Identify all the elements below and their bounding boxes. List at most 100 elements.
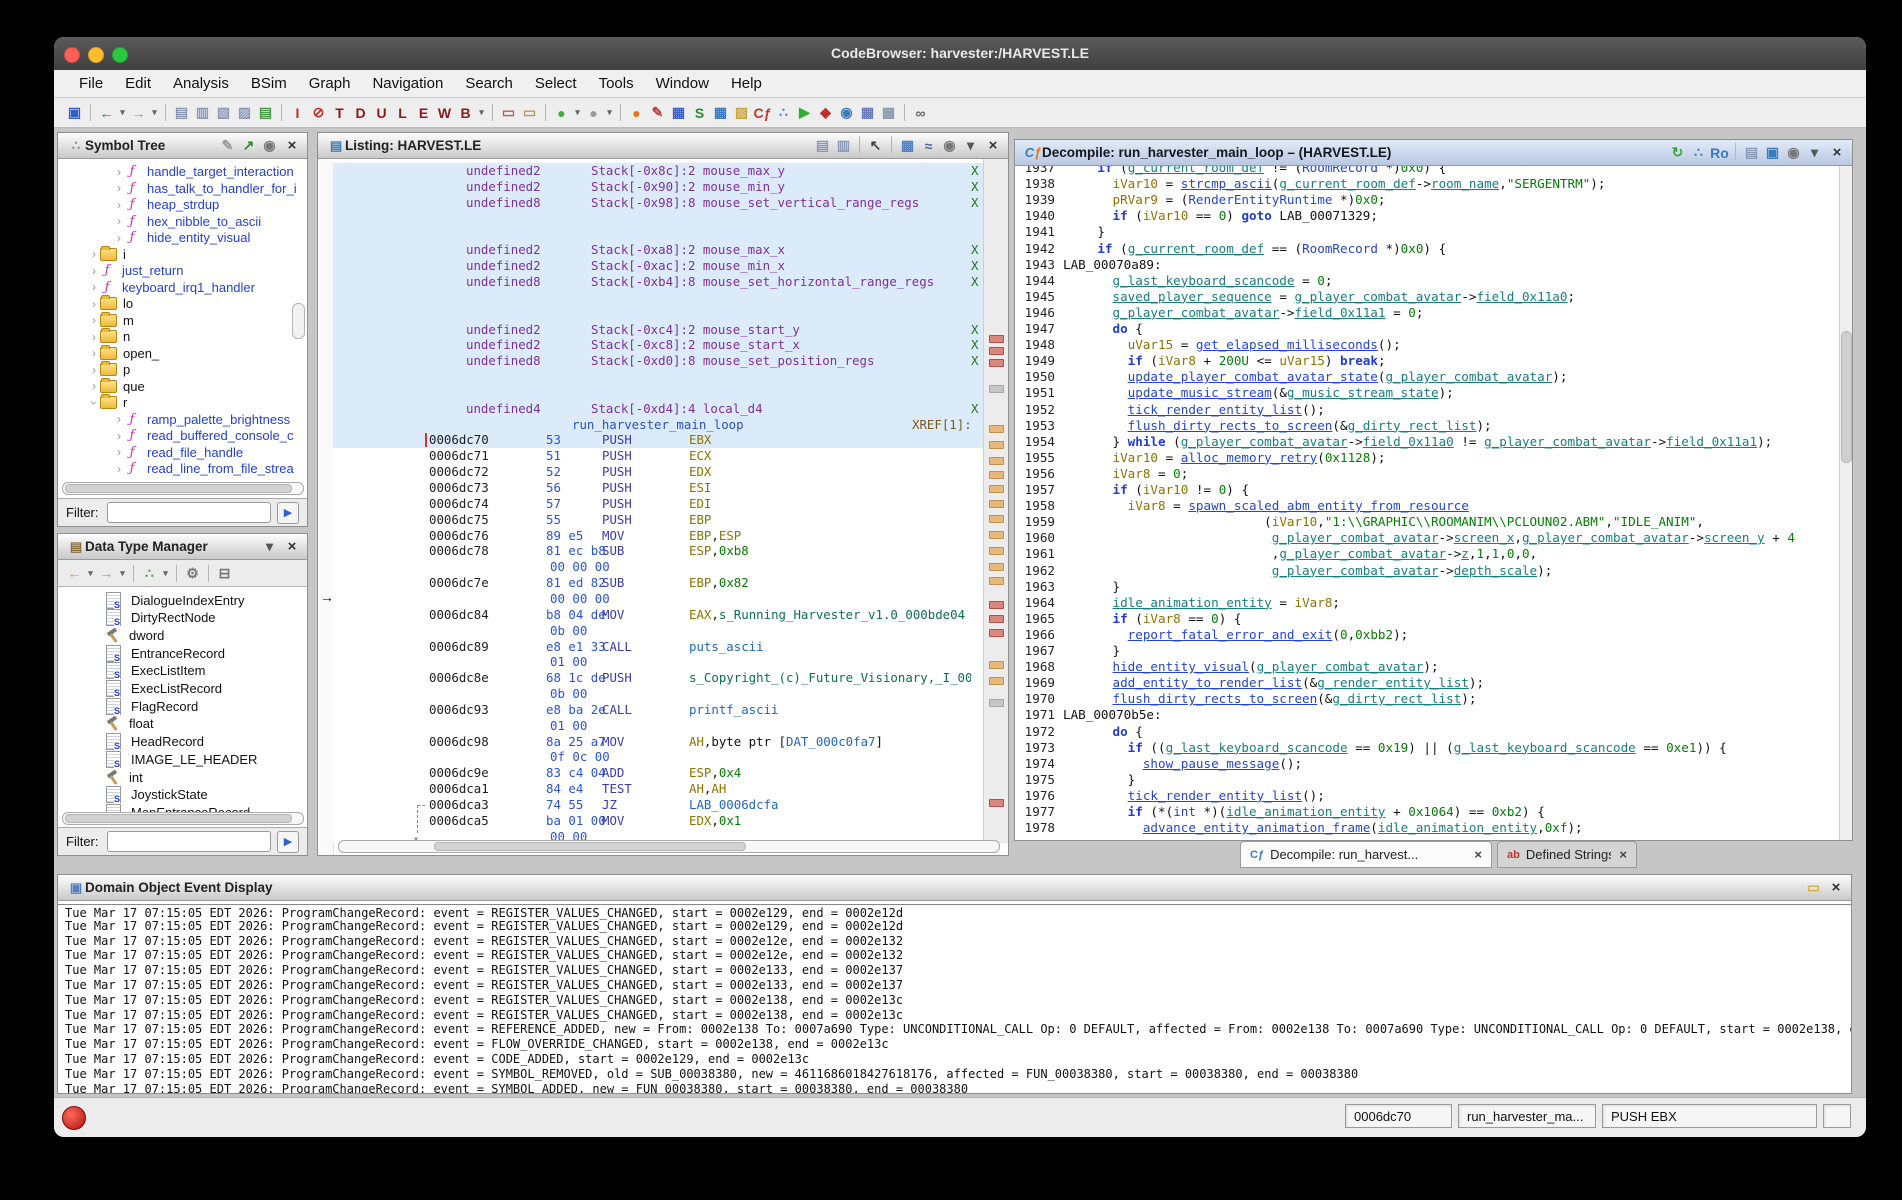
bytes-table-icon[interactable]: ▦	[711, 103, 730, 122]
nav-marker-red[interactable]	[989, 359, 1004, 367]
menu-edit[interactable]: Edit	[114, 75, 162, 92]
nav-marker-tan[interactable]	[989, 457, 1004, 465]
stack-variable-row[interactable]: undefined2Stack[-0xc8]:2 mouse_start_xX	[333, 337, 984, 353]
back-icon[interactable]: ←	[97, 103, 116, 122]
status-resize-grip[interactable]	[1823, 1104, 1851, 1128]
decompile-line-1962[interactable]: 1962 g_player_combat_avatar->depth_scale…	[1015, 563, 1840, 579]
nav-marker-tan[interactable]	[989, 485, 1004, 493]
nav-marker-red[interactable]	[989, 347, 1004, 355]
paste-valid-icon[interactable]: ▤	[256, 103, 275, 122]
data-type-item-float[interactable]: float	[58, 715, 307, 733]
decompile-line-1960[interactable]: 1960 g_player_combat_avatar->screen_x,g_…	[1015, 530, 1840, 546]
symbol-tree-item-m[interactable]: ›m	[58, 312, 307, 329]
instruction-row-0006dc89[interactable]: 0006dc89e8 e1 33CALLputs_ascii	[333, 639, 984, 655]
decompile-line-1974[interactable]: 1974 show_pause_message();	[1015, 756, 1840, 772]
data-type-dropdown-icon[interactable]: ▾	[477, 103, 486, 122]
listing-body[interactable]: undefined2Stack[-0x8c]:2 mouse_max_yXund…	[333, 159, 984, 843]
nav-marker-tan[interactable]	[989, 500, 1004, 508]
menu-bsim[interactable]: BSim	[240, 75, 298, 92]
decompile-line-1958[interactable]: 1958 iVar8 = spawn_scaled_abm_entity_fro…	[1015, 498, 1840, 514]
decompile-line-1955[interactable]: 1955 iVar10 = alloc_memory_retry(0x1128)…	[1015, 450, 1840, 466]
data-type-item-ExecListRecord[interactable]: ExecListRecord	[58, 680, 307, 698]
decompile-line-1949[interactable]: 1949 if (iVar8 + 200U <= uVar15) break;	[1015, 353, 1840, 369]
data-type-item-EntranceRecord[interactable]: EntranceRecord	[58, 644, 307, 662]
data-type-item-dword[interactable]: dword	[58, 626, 307, 644]
blank-row[interactable]	[333, 369, 984, 385]
menu-file[interactable]: File	[68, 75, 114, 92]
dtm-back-dropdown-icon[interactable]: ▾	[86, 564, 95, 583]
symbol-tree-item-que[interactable]: ›que	[58, 378, 307, 395]
decompile-line-1956[interactable]: 1956 iVar8 = 0;	[1015, 466, 1840, 482]
menu-graph[interactable]: Graph	[298, 75, 362, 92]
stack-variable-row[interactable]: undefined2Stack[-0xa8]:2 mouse_max_xX	[333, 242, 984, 258]
decompile-line-1953[interactable]: 1953 flush_dirty_rects_to_screen(&g_dirt…	[1015, 418, 1840, 434]
instruction-row-0006dc70[interactable]: 0006dc7053PUSHEBX	[333, 432, 984, 448]
stack-variable-row[interactable]: undefined2Stack[-0x8c]:2 mouse_max_yX	[333, 163, 984, 179]
instruction-row-0006dc93[interactable]: 0006dc93e8 ba 2eCALLprintf_ascii	[333, 702, 984, 718]
bookmark-icon[interactable]: ◉	[837, 103, 856, 122]
rename-ro-icon[interactable]: Ro	[1710, 143, 1729, 162]
dtm-gear-icon[interactable]: ⚙	[183, 564, 202, 583]
decompile-line-1978[interactable]: 1978 advance_entity_animation_frame(idle…	[1015, 820, 1840, 836]
decompile-line-1943[interactable]: 1943LAB_00070a89:	[1015, 257, 1840, 273]
data-type-long-icon[interactable]: L	[393, 103, 412, 122]
decompile-line-1965[interactable]: 1965 if (iVar8 == 0) {	[1015, 611, 1840, 627]
eraser-alt-icon[interactable]: ▭	[520, 103, 539, 122]
analysis-icon[interactable]: ●	[627, 103, 646, 122]
chevron-right-icon[interactable]: ›	[113, 412, 125, 426]
register-dropdown-icon[interactable]: ▾	[573, 103, 582, 122]
register-gray-icon[interactable]: ●	[584, 103, 603, 122]
tab-defined-strings[interactable]: abDefined Strings×	[1497, 841, 1637, 868]
symbol-tree-item-just_return[interactable]: ›ƒjust_return	[58, 262, 307, 279]
chevron-right-icon[interactable]: ›	[88, 330, 100, 344]
function-graph-icon[interactable]: ∴	[774, 103, 793, 122]
symbol-tree-item-hex_nibble_to_ascii[interactable]: ›ƒhex_nibble_to_ascii	[58, 213, 307, 230]
blank-row[interactable]	[333, 385, 984, 401]
data-type-undefined-icon[interactable]: U	[372, 103, 391, 122]
chevron-right-icon[interactable]: ›	[88, 264, 100, 278]
edit-icon[interactable]: ✎	[218, 136, 237, 155]
forward-dropdown-icon[interactable]: ▾	[150, 103, 159, 122]
listing-marker-strip[interactable]	[983, 159, 1008, 843]
decompile-line-1968[interactable]: 1968 hide_entity_visual(g_player_combat_…	[1015, 659, 1840, 675]
copy-icon[interactable]: ▤	[813, 136, 832, 155]
panel-dropdown-icon[interactable]: ▾	[1805, 143, 1824, 162]
menu-help[interactable]: Help	[720, 75, 773, 92]
chevron-right-icon[interactable]: ›	[88, 363, 100, 377]
chevron-right-icon[interactable]: ›	[113, 429, 125, 443]
chevron-right-icon[interactable]: ›	[88, 313, 100, 327]
instruction-row-0006dc75[interactable]: 0006dc7555PUSHEBP	[333, 512, 984, 528]
decompile-line-1939[interactable]: 1939 pRVar9 = (RenderEntityRuntime *)0x0…	[1015, 192, 1840, 208]
data-type-b-icon[interactable]: B	[456, 103, 475, 122]
symbol-tree-vscrollbar[interactable]	[292, 303, 305, 339]
snapshot-icon[interactable]: ◉	[1784, 143, 1803, 162]
tab-close-icon[interactable]: ×	[1474, 847, 1482, 862]
dtm-forward-dropdown-icon[interactable]: ▾	[118, 564, 127, 583]
close-icon[interactable]: ×	[283, 137, 301, 155]
dtm-tree-conf-icon[interactable]: ∴	[140, 564, 159, 583]
panel-dropdown-icon[interactable]: ▾	[961, 136, 980, 155]
symbol-tree-item-i[interactable]: ›i	[58, 246, 307, 263]
nav-marker-red[interactable]	[989, 629, 1004, 637]
chevron-down-icon[interactable]: ›	[87, 397, 101, 409]
instruction-row-0006dc9e[interactable]: 0006dc9e83 c4 04ADDESP,0x4	[333, 765, 984, 781]
stop-icon[interactable]: ◆	[816, 103, 835, 122]
menu-tools[interactable]: Tools	[588, 75, 645, 92]
decompile-line-1944[interactable]: 1944 g_last_keyboard_scancode = 0;	[1015, 273, 1840, 289]
paste-icon[interactable]: ▥	[193, 103, 212, 122]
nav-marker-tan[interactable]	[989, 425, 1004, 433]
instruction-row-0006dca3[interactable]: 0006dca374 55JZLAB_0006dcfa	[333, 797, 984, 813]
symbol-tree-item-read_line_from_file_strea[interactable]: ›ƒread_line_from_file_strea	[58, 460, 307, 477]
menu-select[interactable]: Select	[524, 75, 588, 92]
chevron-right-icon[interactable]: ›	[113, 165, 125, 179]
graph-icon[interactable]: ∴	[1689, 143, 1708, 162]
binary-view-icon[interactable]: ▦	[669, 103, 688, 122]
blank-row[interactable]	[333, 211, 984, 227]
nav-marker-tan[interactable]	[989, 515, 1004, 523]
instruction-row-0006dca1[interactable]: 0006dca184 e4TESTAH,AH	[333, 781, 984, 797]
copy-icon[interactable]: ▤	[1742, 143, 1761, 162]
data-type-item-DialogueIndexEntry[interactable]: DialogueIndexEntry	[58, 591, 307, 609]
instruction-row-0006dc84[interactable]: 0006dc84b8 04 deMOVEAX,s_Running_Harvest…	[333, 607, 984, 623]
clear-display-icon[interactable]: ▭	[1804, 878, 1823, 897]
stack-variable-row[interactable]: undefined2Stack[-0xac]:2 mouse_min_xX	[333, 258, 984, 274]
